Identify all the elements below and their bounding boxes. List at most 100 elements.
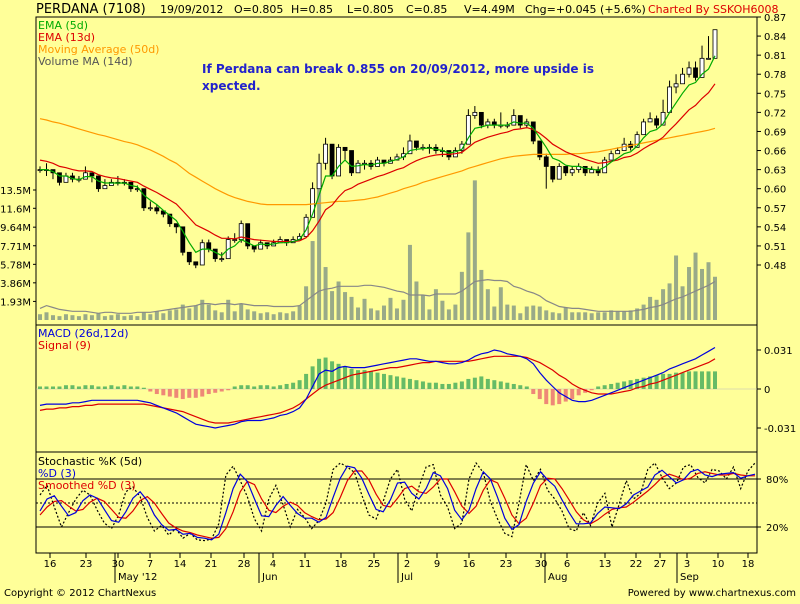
candle-body [342,146,348,151]
footer-copyright: Copyright © 2012 ChartNexus [4,588,156,599]
macd-histogram-bar [304,373,309,389]
volume-bar [492,306,497,320]
candle-body [414,140,419,148]
macd-histogram-bar [602,385,607,389]
macd-histogram-bar [258,385,263,389]
candle-body [569,169,575,174]
volume-bar [375,310,380,320]
candle-body [543,156,549,167]
volume-bar [252,311,257,320]
macd-histogram-bar [615,382,620,389]
macd-histogram-bar [576,389,581,396]
price-tick-label: 0.60 [764,185,786,196]
candle-body [323,143,328,164]
volume-bar [206,304,211,320]
candle-body [563,166,569,174]
macd-histogram-bar [537,389,542,400]
x-day-label: 16 [463,559,476,570]
volume-bar [479,269,484,320]
candle-body [686,67,692,75]
x-day-label: 23 [80,559,93,570]
price-tick-label: 0.51 [764,242,786,253]
macd-histogram-bar [180,389,185,400]
macd-histogram-bar [193,389,198,398]
macd-histogram-bar [472,377,477,389]
volume-bar [187,308,192,320]
macd-histogram-bar [122,385,127,389]
macd-histogram-bar [524,386,529,389]
x-day-label: 28 [238,559,251,570]
volume-bar [44,312,49,320]
volume-bar [641,304,646,320]
x-day-label: 13 [599,559,612,570]
volume-bar [674,255,679,320]
candle-body [219,258,225,261]
x-month-label: Jul [400,572,413,583]
candle-body [654,118,659,126]
volume-bar [291,311,296,320]
plot-frame [35,16,758,554]
macd-histogram-bar [44,386,49,389]
volume-bar [589,313,594,320]
annotation-line-2: xpected. [202,79,261,93]
volume-bar [213,310,218,320]
macd-tick-label: 0 [764,385,770,396]
volume-bar [544,310,549,320]
macd-histogram-bar [589,389,594,391]
volume-bar [680,286,685,320]
macd-histogram-bar [381,373,386,389]
volume-bar [38,314,42,320]
volume-bar [615,311,620,320]
candle-body [57,172,62,183]
price-tick-label: 0.66 [764,147,786,158]
volume-bar [459,271,464,320]
macd-histogram-bar [446,383,451,389]
volume-tick-label: 11.6M [0,204,31,215]
macd-histogram-bar [271,386,276,389]
macd-histogram-bar [713,371,717,389]
candle-body [608,153,614,161]
candle-body [706,57,711,60]
volume-bar [570,312,575,320]
volume-tick-label: 7.71M [0,242,31,253]
macd-histogram-bar [349,368,354,389]
candle-body [680,73,685,85]
price-tick-label: 0.87 [764,13,786,24]
x-month-label: Jun [261,572,278,583]
chart-svg: PERDANA (7108) 19/09/2012 O=0.805 H=0.85 L=0… [0,2,796,599]
candle-body [556,166,562,180]
volume-tick-label: 5.78M [0,260,31,271]
candle-body [478,111,484,126]
volume-tick-label: 1.93M [0,297,31,308]
macd-histogram-bar [115,386,120,389]
volume-bar [356,307,361,320]
volume-bar [148,314,153,320]
volume-bar [226,299,231,320]
volume-bar [362,298,367,320]
volume-bar [524,306,529,320]
macd-histogram-bar [206,389,211,395]
x-day-label: 30 [112,559,125,570]
ema5-line [40,55,716,257]
volume-bar [576,312,581,320]
price-tick-label: 0.54 [764,223,786,234]
volume-bar [622,311,627,320]
header-high: H=0.85 [291,3,333,16]
macd-histogram-bar [239,385,244,389]
volume-bar [440,300,445,320]
volume-bar [388,297,393,320]
volume-bar [369,308,374,320]
macd-histogram-bar [687,371,692,389]
volume-bar [706,262,711,320]
volume-bar [310,241,315,320]
volume-bar [141,312,146,320]
header-volume: V=4.49M [464,3,515,16]
price-tick-label: 0.84 [764,32,786,43]
x-day-label: 6 [564,559,570,570]
volume-bar [453,304,458,320]
volume-bar [50,315,55,320]
volume-bar [174,309,179,320]
volume-bar [563,307,568,320]
macd-histogram-bar [128,386,133,389]
macd-histogram-bar [518,385,523,389]
